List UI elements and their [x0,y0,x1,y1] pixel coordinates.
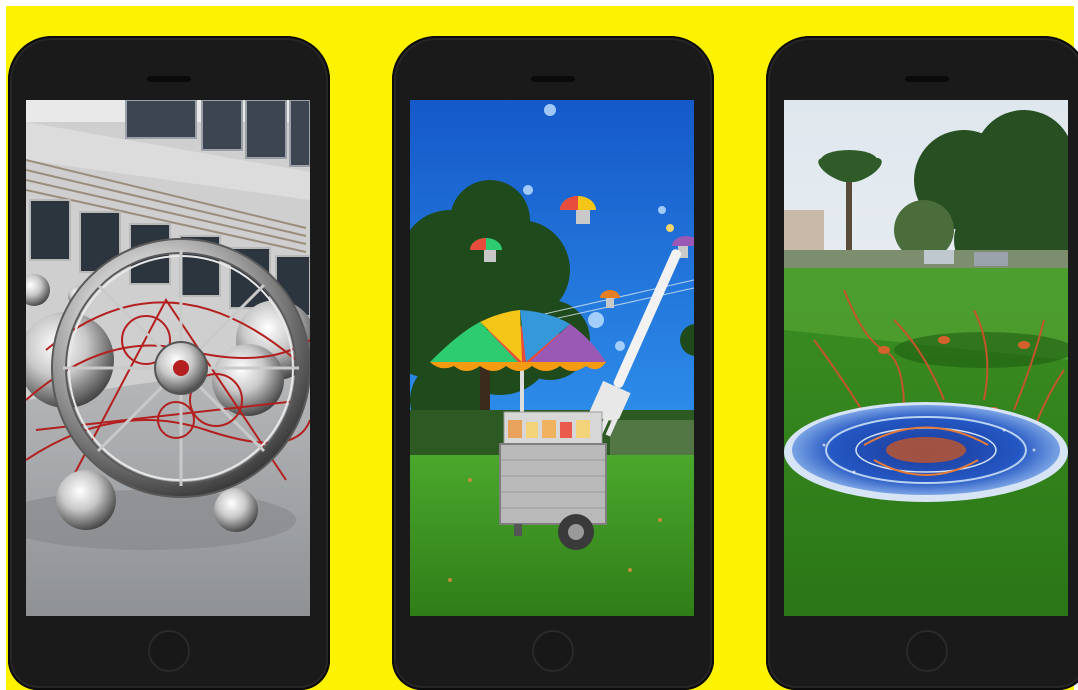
food-cart-scene [410,100,694,616]
promo-canvas [0,0,1078,690]
ground-portal-scene [784,100,1068,616]
home-button [532,630,574,672]
phone-mockup-center [392,36,714,690]
earpiece-speaker [147,76,191,82]
phone-mockup-right [766,36,1078,690]
home-button [148,630,190,672]
phone-screen-metal-sculpture [26,100,310,616]
home-button [906,630,948,672]
phone-screen-ground-portal [784,100,1068,616]
earpiece-speaker [905,76,949,82]
phone-screen-food-cart [410,100,694,616]
metal-wheel-scene [26,100,310,616]
earpiece-speaker [531,76,575,82]
phone-mockup-left [8,36,330,690]
